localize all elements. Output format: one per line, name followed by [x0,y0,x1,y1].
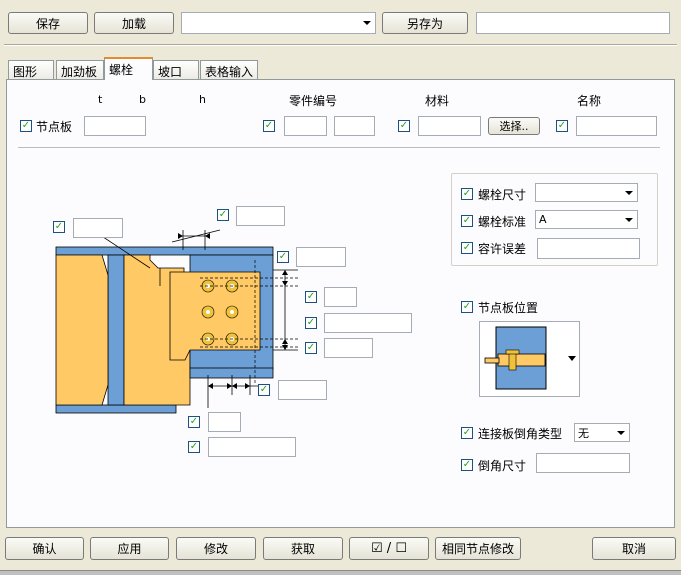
chamfer-type-label: 连接板倒角类型 [478,427,563,441]
header-h: h [199,93,206,106]
part-prefix-input[interactable] [284,116,327,136]
bolt-standard-label: 螺栓标准 [478,215,527,229]
diagram-right-top-input[interactable] [296,247,346,267]
tolerance-input[interactable] [537,238,640,259]
part-start-input[interactable] [334,116,375,136]
bolt-size-checkbox[interactable]: ✓ [461,188,473,200]
diagram-bolt-bottom-input[interactable] [324,338,373,358]
beam-top-flange [55,246,274,256]
material-checkbox[interactable]: ✓ [398,120,410,132]
preset-combobox[interactable] [181,12,376,34]
bolt-size-label: 螺栓尺寸 [478,188,527,202]
chevron-down-icon [617,430,625,435]
load-button[interactable]: 加载 [94,12,174,34]
bolt-size-combobox[interactable] [535,183,638,202]
bolt-standard-checkbox[interactable]: ✓ [461,215,473,227]
chevron-down-icon [625,217,633,222]
save-as-name-input[interactable] [476,12,670,34]
toggle-checkboxes-button[interactable]: ☑ / ☐ [349,537,429,560]
header-t: t [98,93,103,106]
same-node-modify-button[interactable]: 相同节点修改 [435,537,521,560]
get-button[interactable]: 获取 [263,537,343,560]
diagram-bottom-right-input[interactable] [278,380,327,400]
tab-stiffener[interactable]: 加劲板 [56,60,104,79]
select-material-button[interactable]: 选择.. [488,117,540,135]
material-input[interactable] [418,116,481,136]
tolerance-checkbox[interactable]: ✓ [461,242,473,254]
chamfer-type-checkbox[interactable]: ✓ [461,427,473,439]
diagram-bottom-a-checkbox[interactable]: ✓ [188,416,200,428]
plate-position-checkbox[interactable]: ✓ [461,301,473,313]
diagram-bolt-bottom-checkbox[interactable]: ✓ [305,342,317,354]
chamfer-size-input[interactable] [536,453,630,473]
plate-position-picker[interactable] [479,321,580,397]
tab-shape[interactable]: 图形 [8,60,54,79]
part-number-checkbox[interactable]: ✓ [263,120,275,132]
stiffener-left [55,254,109,406]
name-input[interactable] [576,116,657,136]
diagram-bottom-a-input[interactable] [208,412,241,432]
ok-button[interactable]: 确认 [5,537,84,560]
beam-bottom-flange [55,404,177,414]
section-divider [18,147,660,148]
diagram-bolt-spacing-checkbox[interactable]: ✓ [305,317,317,329]
chamfer-type-combobox[interactable]: 无 [574,423,630,442]
diagram-top-left-input[interactable] [73,218,123,238]
beam-lower-flange [189,367,274,379]
save-as-button[interactable]: 另存为 [382,12,468,34]
diagram-bottom-b-input[interactable] [208,437,296,457]
plate-position-icon [484,326,576,390]
diagram-top-left-checkbox[interactable]: ✓ [53,221,65,233]
tolerance-label: 容许误差 [478,242,527,256]
bolt-standard-combobox[interactable]: A [535,210,638,229]
diagram-bottom-b-checkbox[interactable]: ✓ [188,441,200,453]
header-name: 名称 [577,94,602,108]
header-part-number: 零件编号 [289,94,338,108]
chevron-down-icon [625,190,633,195]
chevron-down-icon [363,21,371,25]
gusset-checkbox[interactable]: ✓ [20,120,32,132]
modify-button[interactable]: 修改 [176,537,256,560]
plate-position-label: 节点板位置 [478,301,539,315]
toolbar-divider [4,44,677,46]
apply-button[interactable]: 应用 [90,537,169,560]
tab-bevel[interactable]: 坡口 [153,60,199,79]
cancel-button[interactable]: 取消 [592,537,676,560]
column-web [107,254,125,406]
name-checkbox[interactable]: ✓ [556,120,568,132]
diagram-top-gap-input[interactable] [236,206,285,226]
header-material: 材料 [425,94,450,108]
chamfer-size-checkbox[interactable]: ✓ [461,459,473,471]
save-button[interactable]: 保存 [8,12,88,34]
window-bottom-edge [0,570,681,575]
diagram-top-gap-checkbox[interactable]: ✓ [217,209,229,221]
gusset-thickness-input[interactable] [84,116,146,136]
header-b: b [139,93,146,106]
diagram-bolt-edge-checkbox[interactable]: ✓ [305,291,317,303]
tab-bolt[interactable]: 螺栓 [104,57,153,80]
bolt-standard-value: A [539,213,547,226]
diagram-right-top-checkbox[interactable]: ✓ [277,251,289,263]
diagram-bolt-spacing-input[interactable] [324,313,412,333]
chamfer-type-value: 无 [578,426,589,440]
chamfer-size-label: 倒角尺寸 [478,459,527,473]
diagram-bottom-right-checkbox[interactable]: ✓ [258,384,270,396]
gusset-label: 节点板 [36,120,73,134]
tab-table-input[interactable]: 表格输入 [200,60,258,79]
diagram-bolt-edge-input[interactable] [324,287,357,307]
